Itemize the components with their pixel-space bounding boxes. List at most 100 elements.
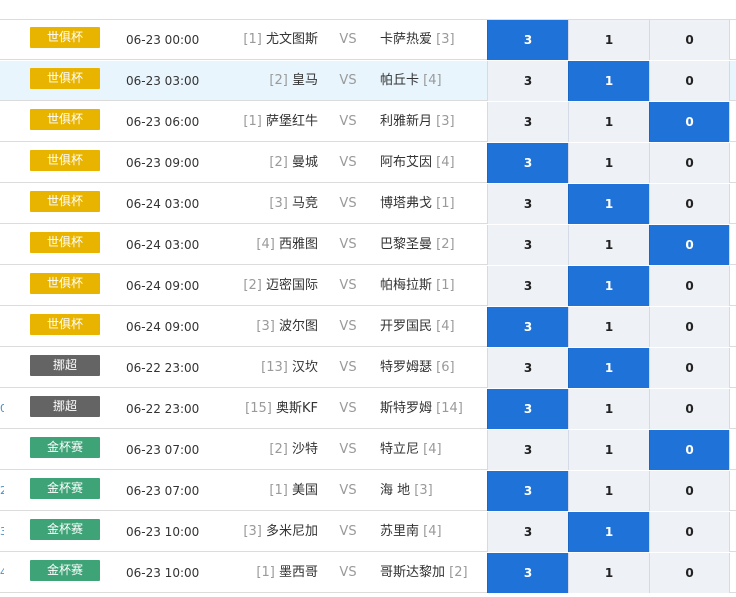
- home-team-name[interactable]: 尤文图斯: [266, 32, 318, 47]
- away-team-name[interactable]: 苏里南: [380, 524, 419, 539]
- odds-draw-button[interactable]: 1: [568, 102, 649, 142]
- away-team-name[interactable]: 巴黎圣曼: [380, 237, 432, 252]
- match-row: 世俱杯 06-23 09:00 [2] 曼城 VS 阿布艾因 [4] 3 1 0: [0, 143, 736, 183]
- home-team: [1] 萨堡红牛: [200, 102, 318, 142]
- league-badge[interactable]: 世俱杯: [30, 232, 100, 253]
- league-badge[interactable]: 世俱杯: [30, 68, 100, 89]
- odds-draw-button[interactable]: 1: [568, 20, 649, 60]
- league-badge[interactable]: 世俱杯: [30, 273, 100, 294]
- home-team-name[interactable]: 皇马: [292, 73, 318, 88]
- away-team-name[interactable]: 特立尼: [380, 442, 419, 457]
- match-row: 世俱杯 06-24 09:00 [3] 波尔图 VS 开罗国民 [4] 3 1 0: [0, 307, 736, 347]
- home-rank: [13]: [261, 360, 288, 375]
- home-rank: [2]: [243, 278, 262, 293]
- odds-win-button[interactable]: 3: [487, 102, 568, 142]
- odds-win-button[interactable]: 3: [487, 389, 568, 429]
- odds-draw-button[interactable]: 1: [568, 307, 649, 347]
- odds-win-button[interactable]: 3: [487, 307, 568, 347]
- row-edge-digit: [0, 20, 4, 60]
- home-rank: [3]: [256, 319, 275, 334]
- vs-label: VS: [339, 483, 357, 498]
- odds-loss-button[interactable]: 0: [649, 143, 730, 183]
- away-team-name[interactable]: 帕丘卡: [380, 73, 419, 88]
- odds-draw-button[interactable]: 1: [568, 471, 649, 511]
- league-badge[interactable]: 世俱杯: [30, 109, 100, 130]
- odds-loss-button[interactable]: 0: [649, 102, 730, 142]
- league-badge[interactable]: 世俱杯: [30, 150, 100, 171]
- odds-win-button[interactable]: 3: [487, 61, 568, 101]
- home-team-name[interactable]: 汉坎: [292, 360, 318, 375]
- home-team-name[interactable]: 萨堡红牛: [266, 114, 318, 129]
- league-badge[interactable]: 世俱杯: [30, 314, 100, 335]
- away-rank: [4]: [436, 319, 455, 334]
- away-team-name[interactable]: 卡萨热爱: [380, 32, 432, 47]
- odds-win-button[interactable]: 3: [487, 143, 568, 183]
- odds-win-button[interactable]: 3: [487, 553, 568, 593]
- league-badge[interactable]: 金杯赛: [30, 519, 100, 540]
- away-team-name[interactable]: 博塔弗戈: [380, 196, 432, 211]
- home-team-name[interactable]: 美国: [292, 483, 318, 498]
- odds-win-button[interactable]: 3: [487, 20, 568, 60]
- home-team-name[interactable]: 多米尼加: [266, 524, 318, 539]
- home-team-name[interactable]: 迈密国际: [266, 278, 318, 293]
- odds-draw-button[interactable]: 1: [568, 225, 649, 265]
- odds-loss-button[interactable]: 0: [649, 184, 730, 224]
- home-team-name[interactable]: 西雅图: [279, 237, 318, 252]
- home-team-name[interactable]: 曼城: [292, 155, 318, 170]
- home-team-name[interactable]: 奥斯KF: [276, 401, 318, 416]
- away-team-name[interactable]: 特罗姆瑟: [380, 360, 432, 375]
- odds-win-button[interactable]: 3: [487, 430, 568, 470]
- odds-loss-button[interactable]: 0: [649, 512, 730, 552]
- away-team-name[interactable]: 帕梅拉斯: [380, 278, 432, 293]
- home-team: [3] 波尔图: [200, 307, 318, 347]
- home-team-name[interactable]: 波尔图: [279, 319, 318, 334]
- match-row: 挪超 06-22 23:00 [13] 汉坎 VS 特罗姆瑟 [6] 3 1 0: [0, 348, 736, 388]
- odds-draw-button[interactable]: 1: [568, 348, 649, 388]
- row-edge-digit: [0, 430, 4, 470]
- match-row: 3 金杯赛 06-23 10:00 [3] 多米尼加 VS 苏里南 [4] 3 1 0: [0, 512, 736, 552]
- away-team-name[interactable]: 阿布艾因: [380, 155, 432, 170]
- odds-win-button[interactable]: 3: [487, 184, 568, 224]
- odds-loss-button[interactable]: 0: [649, 389, 730, 429]
- home-team: [2] 皇马: [200, 61, 318, 101]
- odds-win-button[interactable]: 3: [487, 512, 568, 552]
- odds-loss-button[interactable]: 0: [649, 266, 730, 306]
- odds-loss-button[interactable]: 0: [649, 307, 730, 347]
- odds-draw-button[interactable]: 1: [568, 184, 649, 224]
- odds-draw-button[interactable]: 1: [568, 389, 649, 429]
- vs-label: VS: [339, 442, 357, 457]
- away-team-name[interactable]: 海 地: [380, 483, 410, 498]
- odds-loss-button[interactable]: 0: [649, 471, 730, 511]
- home-team-name[interactable]: 墨西哥: [279, 565, 318, 580]
- odds-loss-button[interactable]: 0: [649, 20, 730, 60]
- league-badge[interactable]: 金杯赛: [30, 478, 100, 499]
- away-team-name[interactable]: 斯特罗姆: [380, 401, 432, 416]
- league-badge[interactable]: 挪超: [30, 396, 100, 417]
- home-team-name[interactable]: 沙特: [292, 442, 318, 457]
- league-badge[interactable]: 世俱杯: [30, 191, 100, 212]
- vs-label: VS: [339, 319, 357, 334]
- odds-loss-button[interactable]: 0: [649, 348, 730, 388]
- home-team-name[interactable]: 马竞: [292, 196, 318, 211]
- league-badge[interactable]: 世俱杯: [30, 27, 100, 48]
- odds-draw-button[interactable]: 1: [568, 553, 649, 593]
- odds-loss-button[interactable]: 0: [649, 430, 730, 470]
- league-badge[interactable]: 金杯赛: [30, 560, 100, 581]
- odds-loss-button[interactable]: 0: [649, 61, 730, 101]
- odds-draw-button[interactable]: 1: [568, 512, 649, 552]
- league-badge[interactable]: 挪超: [30, 355, 100, 376]
- away-team-name[interactable]: 利雅新月: [380, 114, 432, 129]
- odds-win-button[interactable]: 3: [487, 348, 568, 388]
- odds-win-button[interactable]: 3: [487, 225, 568, 265]
- away-team-name[interactable]: 哥斯达黎加: [380, 565, 445, 580]
- odds-draw-button[interactable]: 1: [568, 61, 649, 101]
- away-team-name[interactable]: 开罗国民: [380, 319, 432, 334]
- odds-win-button[interactable]: 3: [487, 266, 568, 306]
- odds-loss-button[interactable]: 0: [649, 225, 730, 265]
- league-badge[interactable]: 金杯赛: [30, 437, 100, 458]
- odds-loss-button[interactable]: 0: [649, 553, 730, 593]
- odds-win-button[interactable]: 3: [487, 471, 568, 511]
- odds-draw-button[interactable]: 1: [568, 430, 649, 470]
- odds-draw-button[interactable]: 1: [568, 266, 649, 306]
- odds-draw-button[interactable]: 1: [568, 143, 649, 183]
